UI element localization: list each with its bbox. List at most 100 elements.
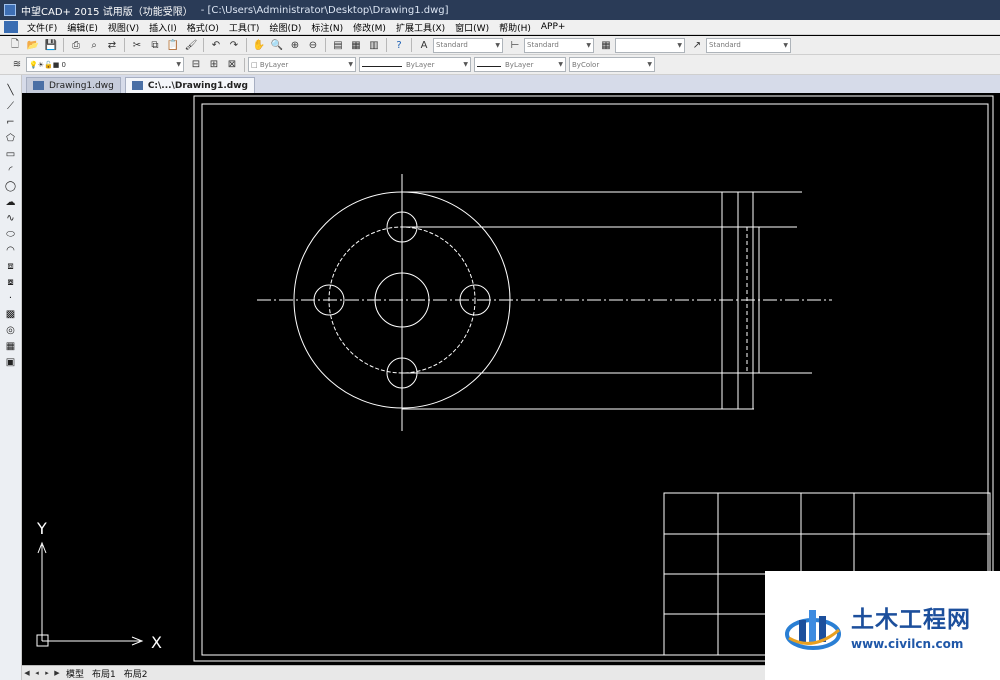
layer-previous-icon[interactable]: ⊞ [207,58,221,72]
menu-app-plus[interactable]: APP+ [536,22,571,32]
region-icon[interactable]: ◎ [4,323,18,337]
print-icon[interactable]: ⎙ [69,38,83,52]
first-tab-icon[interactable]: ◀ [22,669,32,677]
civilcn-logo-icon [785,609,841,650]
menu-view[interactable]: 视图(V) [103,21,144,34]
layers-toolbar: ≋ 💡☀🔓■ 0 ▼ ⊟ ⊞ ⊠ □ ByLayer ▼ ByLayer ▼ ByLa… [0,55,1000,75]
make-block-icon[interactable]: ⧇ [4,275,18,289]
menu-draw[interactable]: 绘图(D) [264,21,306,34]
draw-toolbar: ╲ ⟋ ⌐ ⬠ ▭ ◜ ◯ ☁ ∿ ⬭ ◠ ⧈ ⧇ · ▩ ◎ ▦ ▣ [0,75,22,680]
standard-toolbar: 🗋 📂 💾 ⎙ ⌕ ⇄ ✂ ⧉ 📋 🖌 ↶ ↷ ✋ 🔍 ⊕ ⊖ ▤ ▦ ▥ ? … [0,36,1000,55]
layer-manager-icon[interactable]: ≋ [10,58,24,72]
toolbar-separator [325,38,326,52]
layout-tab-2[interactable]: 布局2 [120,667,152,680]
polyline-icon[interactable]: ⌐ [4,115,18,129]
menu-format[interactable]: 格式(O) [182,21,224,34]
ellipse-icon[interactable]: ⬭ [4,227,18,241]
linetype-select[interactable]: ByLayer ▼ [359,57,471,72]
table-icon[interactable]: ▦ [4,339,18,353]
polygon-icon[interactable]: ⬠ [4,131,18,145]
rectangle-icon[interactable]: ▭ [4,147,18,161]
dim-style-icon[interactable]: ⊢ [508,38,522,52]
toolbar-separator [244,57,245,72]
menu-window[interactable]: 窗口(W) [450,21,494,34]
insert-block-icon[interactable]: ⧈ [4,259,18,273]
menu-modify[interactable]: 修改(M) [348,21,391,34]
print-preview-icon[interactable]: ⌕ [87,38,101,52]
app-title: 中望CAD+ 2015 试用版（功能受限） [21,6,193,18]
multileader-style-icon[interactable]: ↗ [690,38,704,52]
toolbar-separator [411,38,412,52]
toolbar-separator [246,38,247,52]
dim-style-select[interactable]: Standard ▼ [524,37,594,53]
tool-palettes-icon[interactable]: ▥ [367,38,381,52]
menu-help[interactable]: 帮助(H) [494,21,536,34]
site-watermark: 土木工程网 www.civilcn.com [765,571,1000,680]
layer-select[interactable]: 💡☀🔓■ 0 ▼ [26,57,184,72]
properties-icon[interactable]: ▤ [331,38,345,52]
menu-dimension[interactable]: 标注(N) [306,21,348,34]
zoom-realtime-icon[interactable]: 🔍 [270,38,284,52]
open-file-icon[interactable]: 📂 [26,38,40,52]
document-tab-drawing1[interactable]: Drawing1.dwg [26,77,121,93]
point-icon[interactable]: · [4,291,18,305]
line-icon[interactable]: ╲ [4,83,18,97]
help-icon[interactable]: ? [392,38,406,52]
multileader-style-select[interactable]: Standard ▼ [706,37,791,53]
menu-tools[interactable]: 工具(T) [224,21,265,34]
publish-icon[interactable]: ⇄ [105,38,119,52]
cloud-icon[interactable]: ☁ [4,195,18,209]
redo-icon[interactable]: ↷ [227,38,241,52]
xline-icon[interactable]: ⟋ [4,99,18,113]
design-center-icon[interactable]: ▦ [349,38,363,52]
paste-icon[interactable]: 📋 [166,38,180,52]
dwg-file-icon [33,81,44,90]
prev-tab-icon[interactable]: ◂ [32,669,42,677]
pan-icon[interactable]: ✋ [252,38,266,52]
circle-icon[interactable]: ◯ [4,179,18,193]
flange-front-view [257,174,832,431]
menu-file[interactable]: 文件(F) [22,21,62,34]
table-style-icon[interactable]: ▦ [599,38,613,52]
menu-extended-tools[interactable]: 扩展工具(X) [391,21,450,34]
toolbar-separator [386,38,387,52]
toolbar-separator [63,38,64,52]
text-style-select[interactable]: Standard ▼ [433,37,503,53]
next-tab-icon[interactable]: ▸ [42,669,52,677]
plotstyle-select[interactable]: ByColor ▼ [569,57,655,72]
watermark-title: 土木工程网 [851,607,971,633]
watermark-text: 土木工程网 www.civilcn.com [851,600,971,651]
lineweight-select[interactable]: ByLayer ▼ [474,57,566,72]
new-file-icon[interactable]: 🗋 [8,38,22,52]
menu-insert[interactable]: 插入(I) [144,21,182,34]
spline-icon[interactable]: ∿ [4,211,18,225]
layout-tab-1[interactable]: 布局1 [88,667,120,680]
undo-icon[interactable]: ↶ [209,38,223,52]
layout-tab-model[interactable]: 模型 [62,667,88,680]
layer-isolate-icon[interactable]: ⊠ [225,58,239,72]
ellipse-arc-icon[interactable]: ◠ [4,243,18,257]
menu-edit[interactable]: 编辑(E) [62,21,103,34]
copy-icon[interactable]: ⧉ [148,38,162,52]
menu-app-icon[interactable] [4,21,18,33]
table-style-select[interactable]: ▼ [615,37,685,53]
cut-icon[interactable]: ✂ [130,38,144,52]
menu-bar: 文件(F) 编辑(E) 视图(V) 插入(I) 格式(O) 工具(T) 绘图(D… [0,20,1000,35]
zoom-window-icon[interactable]: ⊕ [288,38,302,52]
color-select[interactable]: □ ByLayer ▼ [248,57,356,72]
hatch-icon[interactable]: ▩ [4,307,18,321]
zoom-previous-icon[interactable]: ⊖ [306,38,320,52]
ucs-y-label: Y [36,519,47,538]
document-tab-active[interactable]: C:\...\Drawing1.dwg [124,77,255,93]
save-icon[interactable]: 💾 [44,38,58,52]
title-bar: 中望CAD+ 2015 试用版（功能受限） - [C:\Users\Admini… [0,0,1000,20]
arc-icon[interactable]: ◜ [4,163,18,177]
cad-application-window: 中望CAD+ 2015 试用版（功能受限） - [C:\Users\Admini… [0,0,1000,680]
make-layer-current-icon[interactable]: ⊟ [189,58,203,72]
text-style-icon[interactable]: A [417,38,431,52]
layer-state-icons: 💡☀🔓■ [29,60,62,69]
image-icon[interactable]: ▣ [4,355,18,369]
app-logo-icon [4,4,16,16]
match-properties-icon[interactable]: 🖌 [184,38,198,52]
last-tab-icon[interactable]: ▶ [52,669,62,677]
